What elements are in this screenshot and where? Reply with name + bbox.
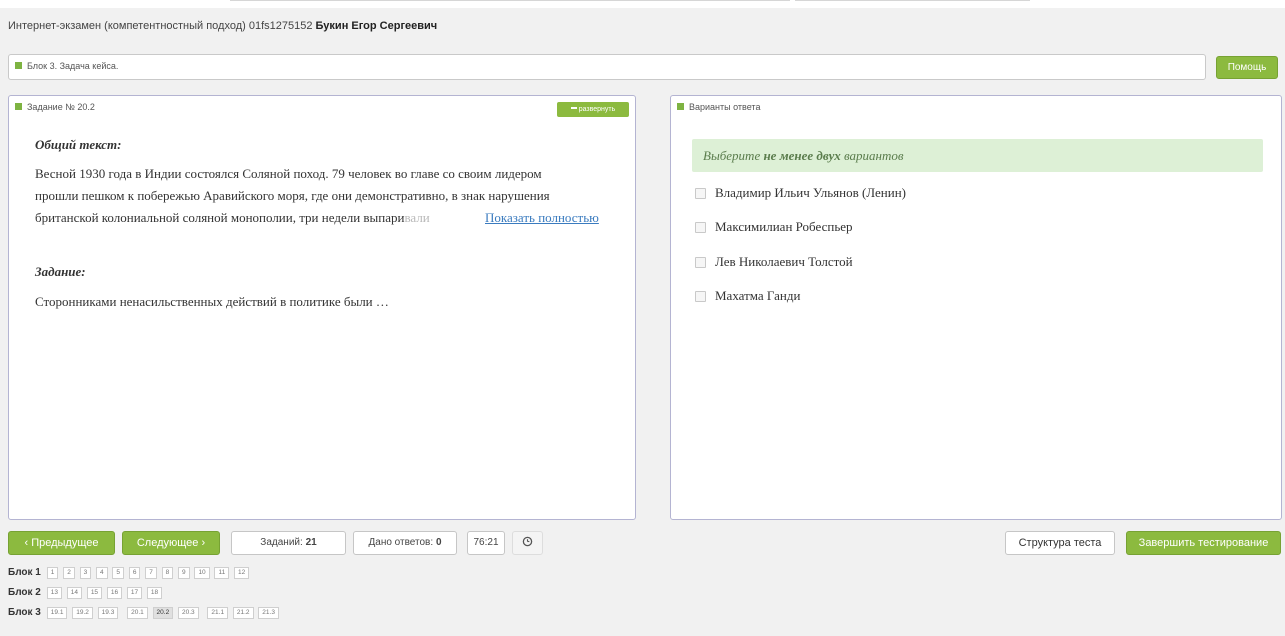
- task-nav-cell[interactable]: 6: [128, 567, 141, 579]
- task-nav-cell[interactable]: 20.1: [127, 607, 148, 619]
- block-bar: Блок 3. Задача кейса.: [8, 54, 1206, 80]
- task-nav-cell[interactable]: 14: [66, 587, 83, 599]
- tasks-counter-label: Заданий:: [260, 537, 303, 548]
- answer-label: Владимир Ильич Ульянов (Ленин): [715, 185, 906, 200]
- answer-checkbox[interactable]: [695, 257, 706, 268]
- task-nav-cell[interactable]: 19.3: [97, 607, 119, 619]
- navigator-row-label: Блок 3: [8, 607, 41, 618]
- navigator-row-block-2: Блок 2 13 14 15 16 17 18: [8, 586, 164, 599]
- task-nav-cell[interactable]: 2: [63, 567, 75, 579]
- task-panel-header: Задание № 20.2: [15, 102, 95, 112]
- exam-name: Интернет-экзамен (компетентностный подхо…: [8, 20, 313, 32]
- common-text-line: прошли пешком к побережью Аравийского мо…: [35, 188, 550, 203]
- hint-text: Выберите не менее двух вариантов: [703, 148, 904, 164]
- expand-label: развернуть: [578, 106, 616, 113]
- navigator-cells: 13 14 15 16 17 18: [46, 586, 164, 599]
- task-number: Задание № 20.2: [27, 102, 95, 112]
- navigator-row-block-1: Блок 1 1 2 3 4 5 6 7 8 9 10 11 12: [8, 566, 251, 579]
- clock-icon: [522, 536, 533, 547]
- test-structure-button[interactable]: Структура теста: [1005, 531, 1115, 555]
- answers-title: Варианты ответа: [689, 102, 761, 112]
- navigator-row-label: Блок 2: [8, 587, 41, 598]
- answer-checkbox[interactable]: [695, 222, 706, 233]
- minus-icon: [570, 107, 577, 110]
- common-text-line: британской колониальной соляной монополи…: [35, 210, 405, 225]
- timer: 76:21: [467, 531, 505, 555]
- answers-count: 0: [435, 537, 442, 548]
- task-nav-cell[interactable]: 15: [86, 587, 103, 599]
- next-button[interactable]: Следующее ›: [122, 531, 220, 555]
- task-panel: Задание № 20.2 развернуть Общий текст: В…: [8, 95, 636, 520]
- answers-panel-header: Варианты ответа: [677, 102, 760, 112]
- clock-button[interactable]: [512, 531, 543, 555]
- tasks-counter: Заданий: 21: [231, 531, 346, 555]
- tasks-count: 21: [305, 537, 317, 548]
- answer-hint: Выберите не менее двух вариантов: [692, 139, 1263, 172]
- top-strip: [0, 0, 1285, 8]
- expand-button[interactable]: развернуть: [557, 102, 629, 117]
- common-text-line: Весной 1930 года в Индии состоялся Солян…: [35, 166, 542, 181]
- navigator-cells: 1 2 3 4 5 6 7 8 9 10 11 12: [46, 566, 251, 579]
- task-nav-cell[interactable]: 7: [145, 567, 157, 579]
- common-text-title: Общий текст:: [35, 137, 122, 152]
- task-nav-cell[interactable]: 13: [46, 587, 63, 599]
- task-nav-cell[interactable]: 1: [46, 567, 59, 579]
- help-button[interactable]: Помощь: [1216, 56, 1278, 79]
- prev-button[interactable]: ‹ Предыдущее: [8, 531, 115, 555]
- task-nav-cell[interactable]: 11: [214, 567, 230, 579]
- task-nav-cell[interactable]: 19.2: [72, 607, 93, 619]
- faded-text: вали: [404, 210, 430, 225]
- top-divider: [795, 0, 1030, 1]
- task-nav-cell[interactable]: 18: [146, 587, 163, 599]
- show-full-link[interactable]: Показать полностью: [483, 210, 599, 226]
- block-bar-label-wrap: Блок 3. Задача кейса.: [15, 61, 118, 71]
- answers-counter: Дано ответов: 0: [353, 531, 457, 555]
- answers-panel: Варианты ответа Выберите не менее двух в…: [670, 95, 1282, 520]
- green-square-icon: [15, 103, 22, 111]
- answer-checkbox[interactable]: [695, 188, 706, 199]
- task-nav-cell[interactable]: 5: [112, 567, 125, 579]
- prev-label: Предыдущее: [31, 537, 99, 549]
- task-nav-cell[interactable]: 10: [194, 567, 210, 579]
- task-nav-cell-current[interactable]: 20.2: [152, 607, 174, 619]
- task-nav-cell[interactable]: 21.2: [232, 607, 254, 619]
- hint-prefix: Выберите: [703, 148, 764, 163]
- navigator-cells: 19.1 19.2 19.3 20.1 20.2 20.3 21.1 21.2 …: [46, 606, 281, 619]
- block-label: Блок 3. Задача кейса.: [27, 61, 119, 71]
- answers-counter-label: Дано ответов:: [368, 537, 434, 548]
- task-nav-cell[interactable]: 3: [79, 567, 92, 579]
- navigator-row-label: Блок 1: [8, 567, 41, 578]
- task-nav-cell[interactable]: 21.1: [207, 607, 229, 619]
- task-nav-cell[interactable]: 17: [126, 587, 143, 599]
- task-text: Сторонниками ненасильственных действий в…: [35, 294, 389, 309]
- answer-label: Максимилиан Робеспьер: [715, 219, 853, 234]
- next-label: Следующее: [136, 537, 199, 549]
- task-nav-cell[interactable]: 20.3: [177, 607, 199, 619]
- top-divider: [230, 0, 790, 1]
- hint-emphasis: не менее двух: [763, 148, 841, 163]
- answer-label: Махатма Ганди: [715, 288, 801, 303]
- answer-label: Лев Николаевич Толстой: [715, 254, 853, 269]
- navigator-row-block-3: Блок 3 19.1 19.2 19.3 20.1 20.2 20.3 21.…: [8, 606, 281, 619]
- task-nav-cell[interactable]: 16: [106, 587, 123, 599]
- task-nav-cell[interactable]: 9: [178, 567, 190, 579]
- answer-checkbox[interactable]: [695, 291, 706, 302]
- task-nav-cell[interactable]: 19.1: [46, 607, 68, 619]
- task-nav-cell[interactable]: 8: [161, 567, 174, 579]
- student-name: Букин Егор Сергеевич: [315, 20, 438, 32]
- green-square-icon: [15, 62, 22, 70]
- green-square-icon: [677, 103, 684, 111]
- task-title: Задание:: [35, 264, 86, 279]
- chevron-right-icon: ›: [198, 537, 206, 549]
- exam-title: Интернет-экзамен (компетентностный подхо…: [8, 20, 437, 32]
- task-nav-cell[interactable]: 21.3: [258, 607, 279, 619]
- task-nav-cell[interactable]: 12: [233, 567, 250, 579]
- task-nav-cell[interactable]: 4: [96, 567, 108, 579]
- finish-test-button[interactable]: Завершить тестирование: [1126, 531, 1281, 555]
- hint-suffix: вариантов: [840, 148, 904, 163]
